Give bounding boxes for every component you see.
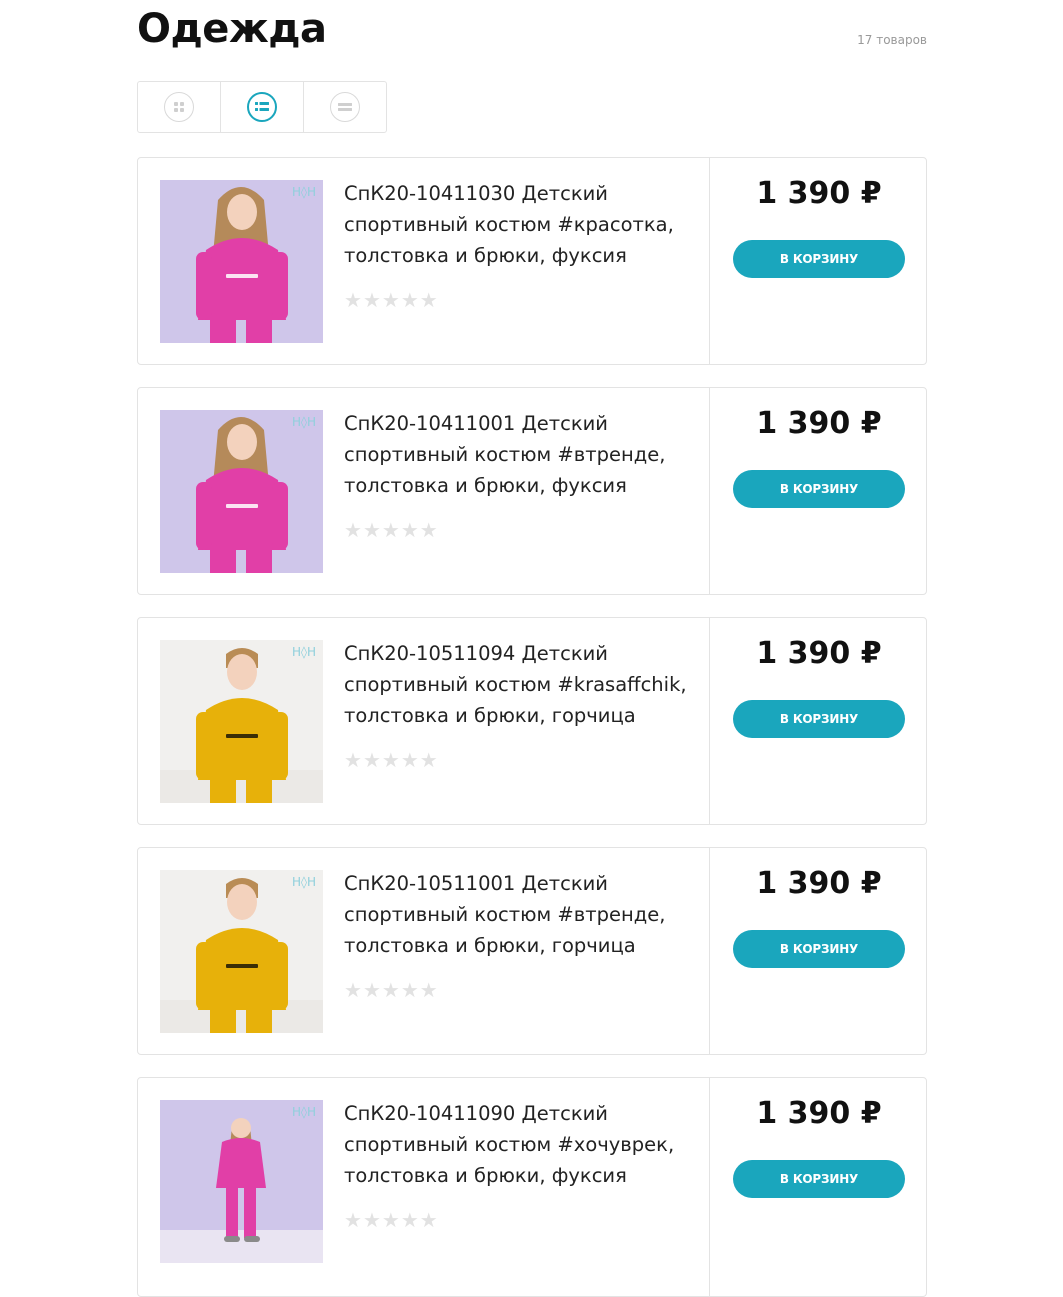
add-to-cart-button[interactable]: В КОРЗИНУ bbox=[733, 700, 905, 738]
buy-panel: 1 390 ₽ В КОРЗИНУ bbox=[709, 388, 928, 594]
star-icon[interactable]: ★ bbox=[363, 1208, 381, 1232]
star-icon[interactable]: ★ bbox=[420, 288, 438, 312]
buy-panel: 1 390 ₽ В КОРЗИНУ bbox=[709, 1078, 928, 1296]
star-icon[interactable]: ★ bbox=[401, 288, 419, 312]
star-icon[interactable]: ★ bbox=[420, 748, 438, 772]
product-price: 1 390 ₽ bbox=[756, 866, 882, 901]
star-icon[interactable]: ★ bbox=[420, 1208, 438, 1232]
star-icon[interactable]: ★ bbox=[344, 288, 362, 312]
star-icon[interactable]: ★ bbox=[363, 748, 381, 772]
rows-icon bbox=[338, 103, 352, 111]
product-price: 1 390 ₽ bbox=[756, 176, 882, 211]
svg-text:H◊H: H◊H bbox=[292, 875, 316, 889]
product-image[interactable]: H◊H bbox=[160, 180, 323, 343]
svg-text:H◊H: H◊H bbox=[292, 185, 316, 199]
star-icon[interactable]: ★ bbox=[382, 748, 400, 772]
product-name-link[interactable]: СпК20-10411001 Детский спортивный костюм… bbox=[344, 408, 694, 501]
product-name-link[interactable]: СпК20-10411090 Детский спортивный костюм… bbox=[344, 1098, 694, 1191]
product-card: H◊H СпК20-10411030 Детский спортивный ко… bbox=[137, 157, 927, 365]
grid-view-button[interactable] bbox=[138, 82, 221, 132]
product-image[interactable]: H◊H bbox=[160, 410, 323, 573]
list-icon bbox=[255, 102, 269, 111]
star-icon[interactable]: ★ bbox=[420, 518, 438, 542]
product-card: H◊H СпК20-10511001 Детский спортивный ко… bbox=[137, 847, 927, 1055]
product-name-link[interactable]: СпК20-10511094 Детский спортивный костюм… bbox=[344, 638, 694, 731]
page-title: Одежда bbox=[137, 6, 327, 52]
add-to-cart-button[interactable]: В КОРЗИНУ bbox=[733, 470, 905, 508]
star-icon[interactable]: ★ bbox=[344, 748, 362, 772]
list-view-button[interactable] bbox=[221, 82, 304, 132]
star-icon[interactable]: ★ bbox=[420, 978, 438, 1002]
add-to-cart-button[interactable]: В КОРЗИНУ bbox=[733, 1160, 905, 1198]
svg-text:H◊H: H◊H bbox=[292, 415, 316, 429]
star-icon[interactable]: ★ bbox=[401, 978, 419, 1002]
star-icon[interactable]: ★ bbox=[401, 1208, 419, 1232]
star-icon[interactable]: ★ bbox=[363, 288, 381, 312]
product-card: H◊H СпК20-10411001 Детский спортивный ко… bbox=[137, 387, 927, 595]
star-icon[interactable]: ★ bbox=[401, 518, 419, 542]
grid-icon bbox=[174, 102, 184, 112]
product-image[interactable]: H◊H bbox=[160, 1100, 323, 1263]
star-icon[interactable]: ★ bbox=[363, 518, 381, 542]
star-icon[interactable]: ★ bbox=[382, 978, 400, 1002]
product-count: 17 товаров bbox=[857, 33, 927, 47]
add-to-cart-button[interactable]: В КОРЗИНУ bbox=[733, 930, 905, 968]
rating-stars[interactable]: ★★★★★ bbox=[344, 1208, 439, 1232]
star-icon[interactable]: ★ bbox=[382, 518, 400, 542]
svg-text:H◊H: H◊H bbox=[292, 645, 316, 659]
product-price: 1 390 ₽ bbox=[756, 1096, 882, 1131]
product-price: 1 390 ₽ bbox=[756, 406, 882, 441]
star-icon[interactable]: ★ bbox=[382, 288, 400, 312]
star-icon[interactable]: ★ bbox=[344, 978, 362, 1002]
star-icon[interactable]: ★ bbox=[344, 1208, 362, 1232]
rating-stars[interactable]: ★★★★★ bbox=[344, 288, 439, 312]
product-card: H◊H СпК20-10411090 Детский спортивный ко… bbox=[137, 1077, 927, 1297]
star-icon[interactable]: ★ bbox=[382, 1208, 400, 1232]
star-icon[interactable]: ★ bbox=[344, 518, 362, 542]
product-price: 1 390 ₽ bbox=[756, 636, 882, 671]
add-to-cart-button[interactable]: В КОРЗИНУ bbox=[733, 240, 905, 278]
product-name-link[interactable]: СпК20-10411030 Детский спортивный костюм… bbox=[344, 178, 694, 271]
buy-panel: 1 390 ₽ В КОРЗИНУ bbox=[709, 158, 928, 364]
buy-panel: 1 390 ₽ В КОРЗИНУ bbox=[709, 848, 928, 1054]
svg-text:H◊H: H◊H bbox=[292, 1105, 316, 1119]
view-switcher bbox=[137, 81, 387, 133]
rating-stars[interactable]: ★★★★★ bbox=[344, 978, 439, 1002]
product-image[interactable]: H◊H bbox=[160, 640, 323, 803]
rating-stars[interactable]: ★★★★★ bbox=[344, 748, 439, 772]
star-icon[interactable]: ★ bbox=[363, 978, 381, 1002]
product-image[interactable]: H◊H bbox=[160, 870, 323, 1033]
compact-view-button[interactable] bbox=[304, 82, 386, 132]
rating-stars[interactable]: ★★★★★ bbox=[344, 518, 439, 542]
product-name-link[interactable]: СпК20-10511001 Детский спортивный костюм… bbox=[344, 868, 694, 961]
product-card: H◊H СпК20-10511094 Детский спортивный ко… bbox=[137, 617, 927, 825]
star-icon[interactable]: ★ bbox=[401, 748, 419, 772]
buy-panel: 1 390 ₽ В КОРЗИНУ bbox=[709, 618, 928, 824]
